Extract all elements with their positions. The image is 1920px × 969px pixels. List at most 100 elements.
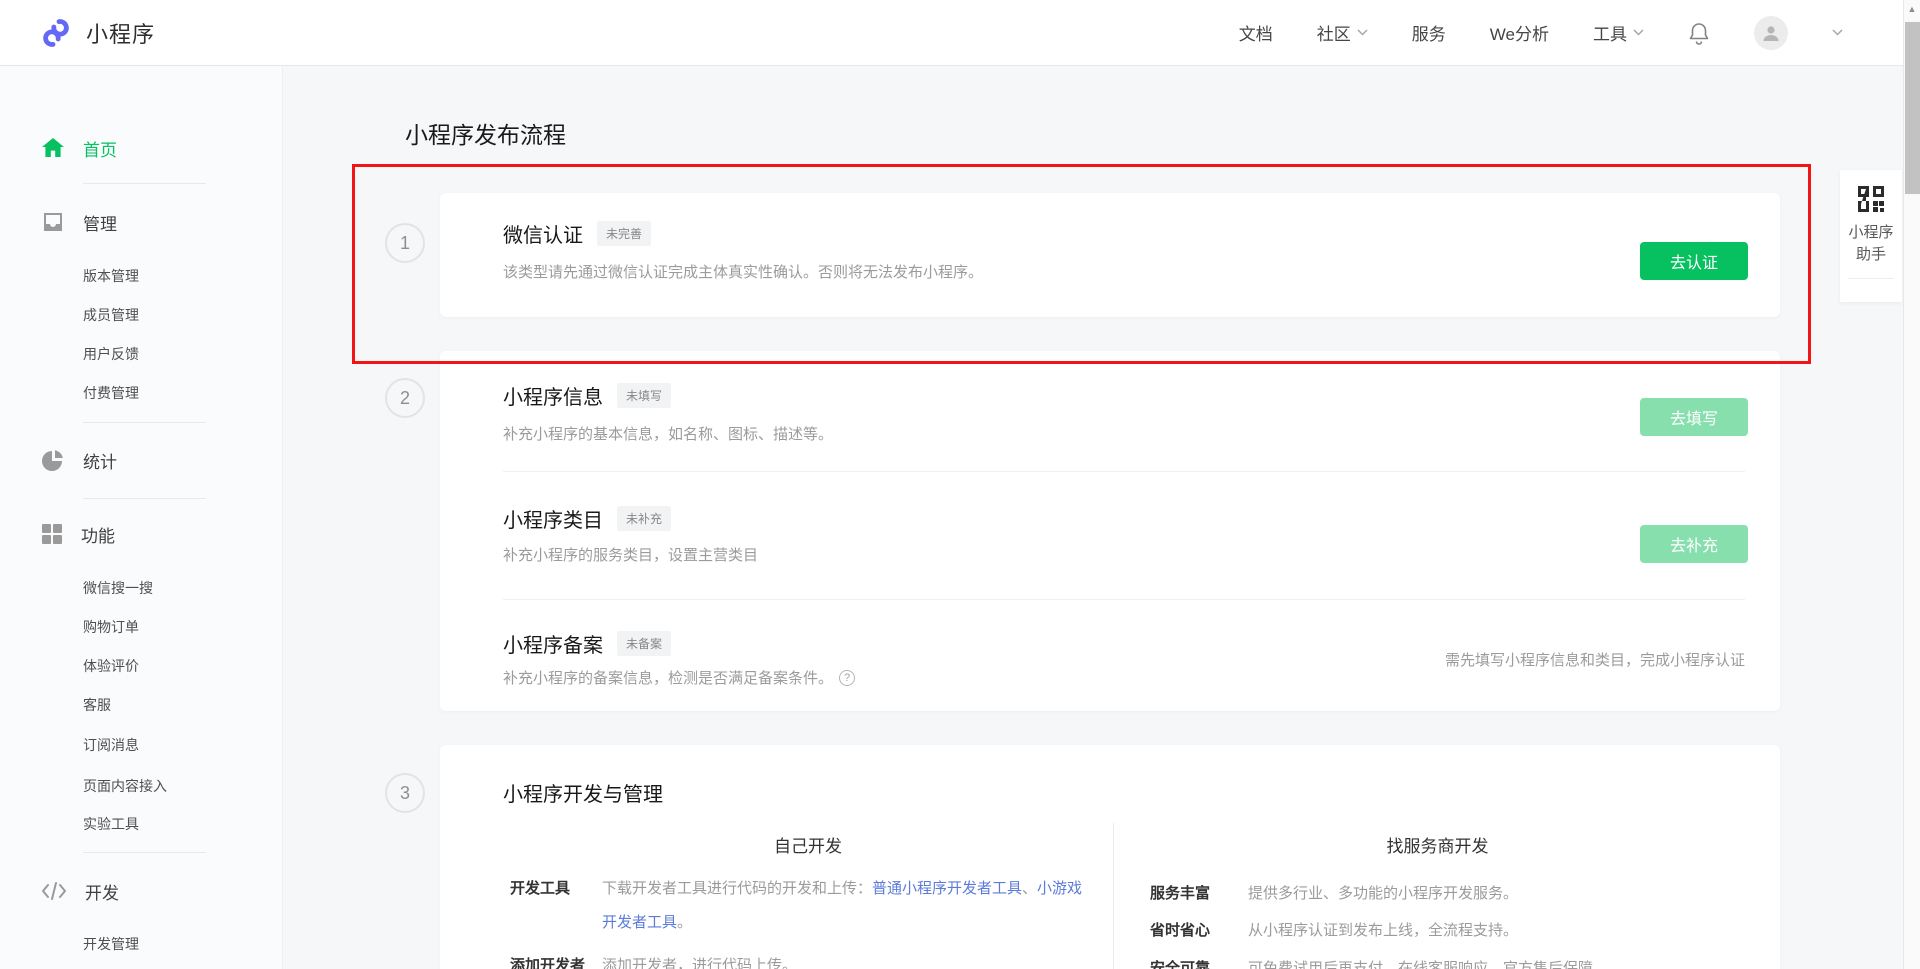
go-verify-button[interactable]: 去认证 bbox=[1640, 242, 1748, 280]
sidebar-item-customer-service[interactable]: 客服 bbox=[83, 695, 111, 715]
account-chevron-down-icon[interactable] bbox=[1832, 29, 1843, 36]
row-text: 下载开发者工具进行代码的开发和上传：普通小程序开发者工具、小游戏开发者工具。 bbox=[602, 872, 1094, 940]
sidebar-item-label: 开发 bbox=[85, 879, 119, 904]
nav-we-analysis[interactable]: We分析 bbox=[1490, 20, 1549, 45]
sidebar-item-subscribe-message[interactable]: 订阅消息 bbox=[83, 735, 139, 755]
row-text: 提供多行业、多功能的小程序开发服务。 bbox=[1248, 881, 1740, 907]
add-developer-row: 添加开发者 添加开发者，进行代码上传。 bbox=[510, 953, 1094, 969]
scrollbar-thumb[interactable] bbox=[1905, 22, 1920, 194]
provider-row: 服务丰富 提供多行业、多功能的小程序开发服务。 bbox=[1150, 881, 1740, 907]
brand[interactable]: 小程序 bbox=[40, 17, 155, 49]
row-text: 可免费试用后再支付，在线客服响应，官方售后保障 bbox=[1248, 956, 1740, 969]
nav-docs[interactable]: 文档 bbox=[1239, 20, 1273, 45]
sidebar-item-stats[interactable]: 统计 bbox=[41, 446, 117, 474]
nav-community[interactable]: 社区 bbox=[1317, 20, 1368, 45]
nav-service[interactable]: 服务 bbox=[1412, 20, 1446, 45]
vertical-scrollbar[interactable]: ▲ bbox=[1903, 0, 1920, 969]
sidebar-item-label: 管理 bbox=[83, 210, 117, 235]
sidebar-item-features[interactable]: 功能 bbox=[41, 520, 115, 548]
sidebar-item-wechat-search[interactable]: 微信搜一搜 bbox=[83, 578, 153, 598]
column-header-provider-develop: 找服务商开发 bbox=[1130, 832, 1745, 857]
row-divider bbox=[503, 471, 1745, 472]
provider-row: 省时省心 从小程序认证到发布上线，全流程支持。 bbox=[1150, 918, 1740, 944]
card-description: 补充小程序的基本信息，如名称、图标、描述等。 bbox=[503, 423, 833, 444]
sidebar-divider bbox=[83, 852, 206, 853]
card-description: 补充小程序的服务类目，设置主营类目 bbox=[503, 544, 758, 565]
icp-desc-text: 补充小程序的备案信息，检测是否满足备案条件。 bbox=[503, 667, 833, 688]
card-title: 小程序信息 bbox=[503, 381, 603, 410]
sidebar-item-develop-manage[interactable]: 开发管理 bbox=[83, 934, 139, 954]
chevron-down-icon bbox=[1357, 29, 1368, 36]
link-standard-devtools[interactable]: 普通小程序开发者工具 bbox=[872, 880, 1022, 897]
card-title: 小程序备案 bbox=[503, 629, 603, 658]
sidebar-item-shopping-orders[interactable]: 购物订单 bbox=[83, 617, 139, 637]
card-title: 小程序开发与管理 bbox=[503, 778, 663, 807]
brand-title: 小程序 bbox=[86, 17, 155, 49]
row-label: 省时省心 bbox=[1150, 918, 1248, 944]
sidebar-item-home[interactable]: 首页 bbox=[41, 134, 117, 162]
row-label: 开发工具 bbox=[510, 872, 602, 906]
nav-menu: 文档 社区 服务 We分析 工具 bbox=[1239, 16, 1843, 50]
sidebar-item-experiment-tools[interactable]: 实验工具 bbox=[83, 814, 139, 834]
column-divider bbox=[1113, 823, 1114, 969]
go-add-category-button[interactable]: 去补充 bbox=[1640, 525, 1748, 563]
card-develop-and-manage: 小程序开发与管理 自己开发 找服务商开发 开发工具 下载开发者工具进行代码的开发… bbox=[440, 745, 1780, 969]
sidebar-item-label: 统计 bbox=[83, 448, 117, 473]
card-title: 小程序类目 bbox=[503, 504, 603, 533]
chevron-down-icon bbox=[1633, 29, 1644, 36]
column-header-self-develop: 自己开发 bbox=[503, 832, 1113, 857]
top-navbar: 小程序 文档 社区 服务 We分析 工具 bbox=[0, 0, 1920, 66]
card-title: 微信认证 bbox=[503, 219, 583, 248]
assistant-widget-label: 小程序助手 bbox=[1840, 222, 1902, 266]
notification-bell-icon[interactable] bbox=[1688, 21, 1710, 45]
status-badge: 未填写 bbox=[617, 383, 671, 408]
provider-row: 安全可靠 可免费试用后再支付，在线客服响应，官方售后保障 bbox=[1150, 956, 1740, 969]
sidebar-divider bbox=[83, 183, 206, 184]
status-badge: 未备案 bbox=[617, 631, 671, 656]
miniprogram-assistant-widget[interactable]: 小程序助手 bbox=[1840, 170, 1902, 302]
miniprogram-logo-icon bbox=[40, 17, 72, 49]
pie-chart-icon bbox=[41, 448, 65, 472]
status-badge: 未完善 bbox=[597, 221, 651, 246]
inbox-icon bbox=[41, 211, 65, 233]
page-title: 小程序发布流程 bbox=[405, 116, 566, 150]
sidebar-item-payment-manage[interactable]: 付费管理 bbox=[83, 383, 139, 403]
card-description: 补充小程序的备案信息，检测是否满足备案条件。 ? bbox=[503, 667, 855, 688]
sidebar: 首页 管理 版本管理 成员管理 用户反馈 付费管理 统计 功能 bbox=[0, 66, 283, 969]
help-icon[interactable]: ? bbox=[839, 670, 855, 686]
sidebar-item-label: 功能 bbox=[81, 522, 115, 547]
go-fill-info-button[interactable]: 去填写 bbox=[1640, 398, 1748, 436]
row-divider bbox=[503, 599, 1745, 600]
scrollbar-up-arrow[interactable]: ▲ bbox=[1904, 4, 1920, 14]
person-icon bbox=[1761, 23, 1781, 43]
card-wechat-verification: 微信认证 未完善 该类型请先通过微信认证完成主体真实性确认。否则将无法发布小程序… bbox=[440, 193, 1780, 317]
sidebar-item-version-manage[interactable]: 版本管理 bbox=[83, 266, 139, 286]
icp-prerequisite-note: 需先填写小程序信息和类目，完成小程序认证 bbox=[1445, 649, 1745, 670]
sidebar-item-label: 首页 bbox=[83, 136, 117, 161]
card-description: 该类型请先通过微信认证完成主体真实性确认。否则将无法发布小程序。 bbox=[503, 261, 983, 282]
row-text: 从小程序认证到发布上线，全流程支持。 bbox=[1248, 918, 1740, 944]
sidebar-item-member-manage[interactable]: 成员管理 bbox=[83, 305, 139, 325]
sidebar-item-manage[interactable]: 管理 bbox=[41, 208, 117, 236]
step-2-number: 2 bbox=[385, 378, 425, 418]
page: 小程序 文档 社区 服务 We分析 工具 bbox=[0, 0, 1920, 969]
row-label: 添加开发者 bbox=[510, 953, 602, 969]
step-1-number: 1 bbox=[385, 223, 425, 263]
row-label: 服务丰富 bbox=[1150, 881, 1248, 907]
code-icon bbox=[41, 881, 67, 901]
qr-code-icon bbox=[1840, 170, 1902, 214]
grid-icon bbox=[41, 523, 63, 545]
nav-tools[interactable]: 工具 bbox=[1593, 20, 1644, 45]
card-miniprogram-setup: 小程序信息 未填写 补充小程序的基本信息，如名称、图标、描述等。 去填写 小程序… bbox=[440, 351, 1780, 711]
sidebar-divider bbox=[83, 422, 206, 423]
sidebar-item-user-feedback[interactable]: 用户反馈 bbox=[83, 344, 139, 364]
sidebar-item-page-content-access[interactable]: 页面内容接入 bbox=[83, 776, 167, 796]
sidebar-item-develop[interactable]: 开发 bbox=[41, 877, 119, 905]
home-icon bbox=[41, 137, 65, 159]
row-text: 添加开发者，进行代码上传。 bbox=[602, 953, 1094, 969]
row-label: 安全可靠 bbox=[1150, 956, 1248, 969]
user-avatar[interactable] bbox=[1754, 16, 1788, 50]
dev-tools-row: 开发工具 下载开发者工具进行代码的开发和上传：普通小程序开发者工具、小游戏开发者… bbox=[510, 872, 1094, 940]
sidebar-item-experience-review[interactable]: 体验评价 bbox=[83, 656, 139, 676]
step-3-number: 3 bbox=[385, 773, 425, 813]
